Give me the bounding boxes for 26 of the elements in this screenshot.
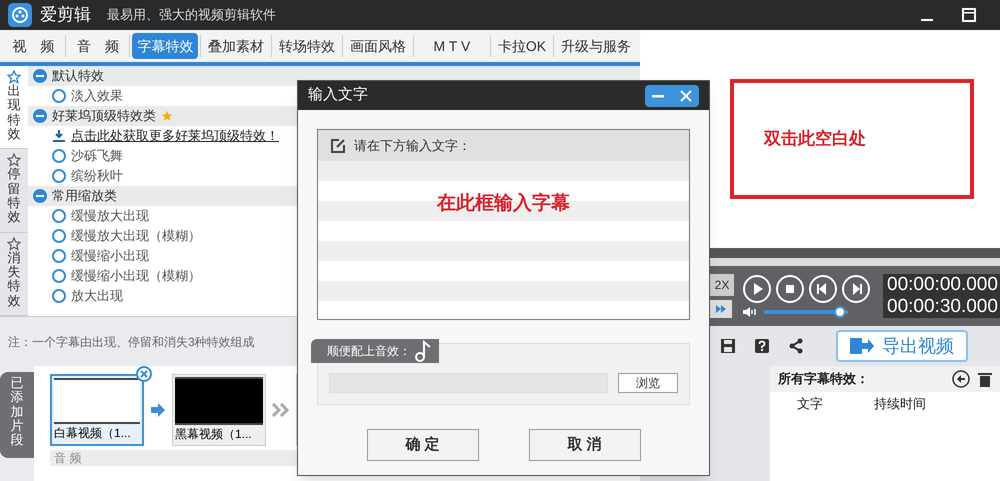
effect-option-label: 淡入效果 xyxy=(71,87,123,106)
effect-option-label: 放大出现 xyxy=(71,287,123,306)
panel-title: 所有字幕特效： xyxy=(778,370,870,388)
clip-label: 黑幕视频（1... xyxy=(175,426,253,443)
effect-option-label: 缓慢放大出现 xyxy=(71,207,149,226)
dialog-title: 输入文字 xyxy=(308,85,369,106)
column-header: 持续时间 xyxy=(873,395,927,414)
annotation-text: 在此框输入字幕 xyxy=(437,192,570,216)
group-title: 好莱坞顶级特效类 xyxy=(52,107,156,126)
clip-label: 白幕视频（1... xyxy=(54,425,132,442)
annotation-text: 双击此空白处 xyxy=(764,128,866,150)
effect-option-label: 缓慢缩小出现（模糊） xyxy=(71,267,201,286)
group-title: 常用缩放类 xyxy=(52,187,117,206)
note-text: 注：一个字幕由出现、停留和消失3种特效组成 xyxy=(8,334,255,350)
effect-option-label: 缓慢放大出现（模糊） xyxy=(71,227,201,246)
app-slogan: 最易用、强大的视频剪辑软件 xyxy=(107,6,276,24)
effect-option-label: 沙砾飞舞 xyxy=(71,147,123,166)
column-header: 文字 xyxy=(796,395,824,414)
field-prompt: 请在下方输入文字： xyxy=(354,136,471,155)
total-time: 00:00:30.000 xyxy=(887,296,998,318)
sound-label: 顺便配上音效： xyxy=(327,343,411,360)
group-title: 默认特效 xyxy=(52,67,104,86)
effect-option-label: 缤纷秋叶 xyxy=(71,167,123,186)
effect-option-label: 缓慢缩小出现 xyxy=(71,247,149,266)
app-name: 爱剪辑 xyxy=(40,4,91,26)
current-time: 00:00:00.000 xyxy=(887,274,998,296)
